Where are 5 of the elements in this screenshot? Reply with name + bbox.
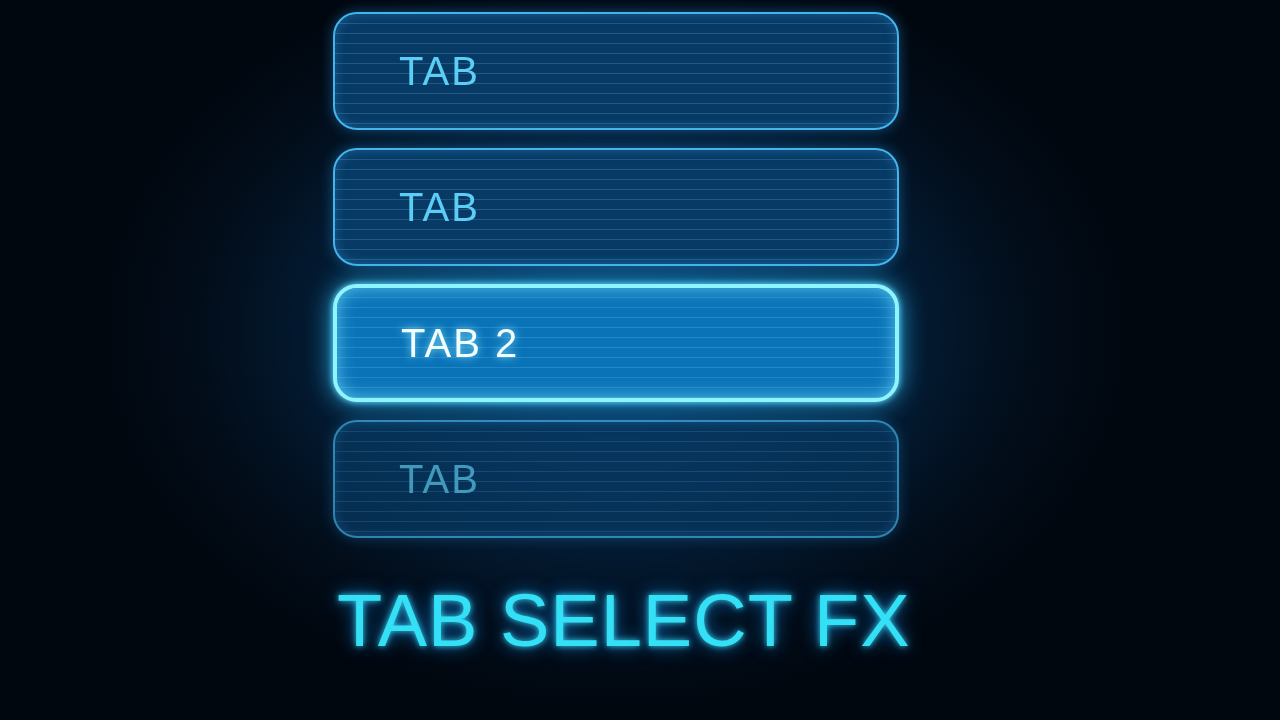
effect-title: TAB SELECT FX (337, 584, 911, 658)
tab[interactable]: TAB 2 (333, 284, 899, 402)
tab[interactable]: TAB (333, 12, 899, 130)
tab[interactable]: TAB (333, 148, 899, 266)
tab[interactable]: TAB (333, 420, 899, 538)
